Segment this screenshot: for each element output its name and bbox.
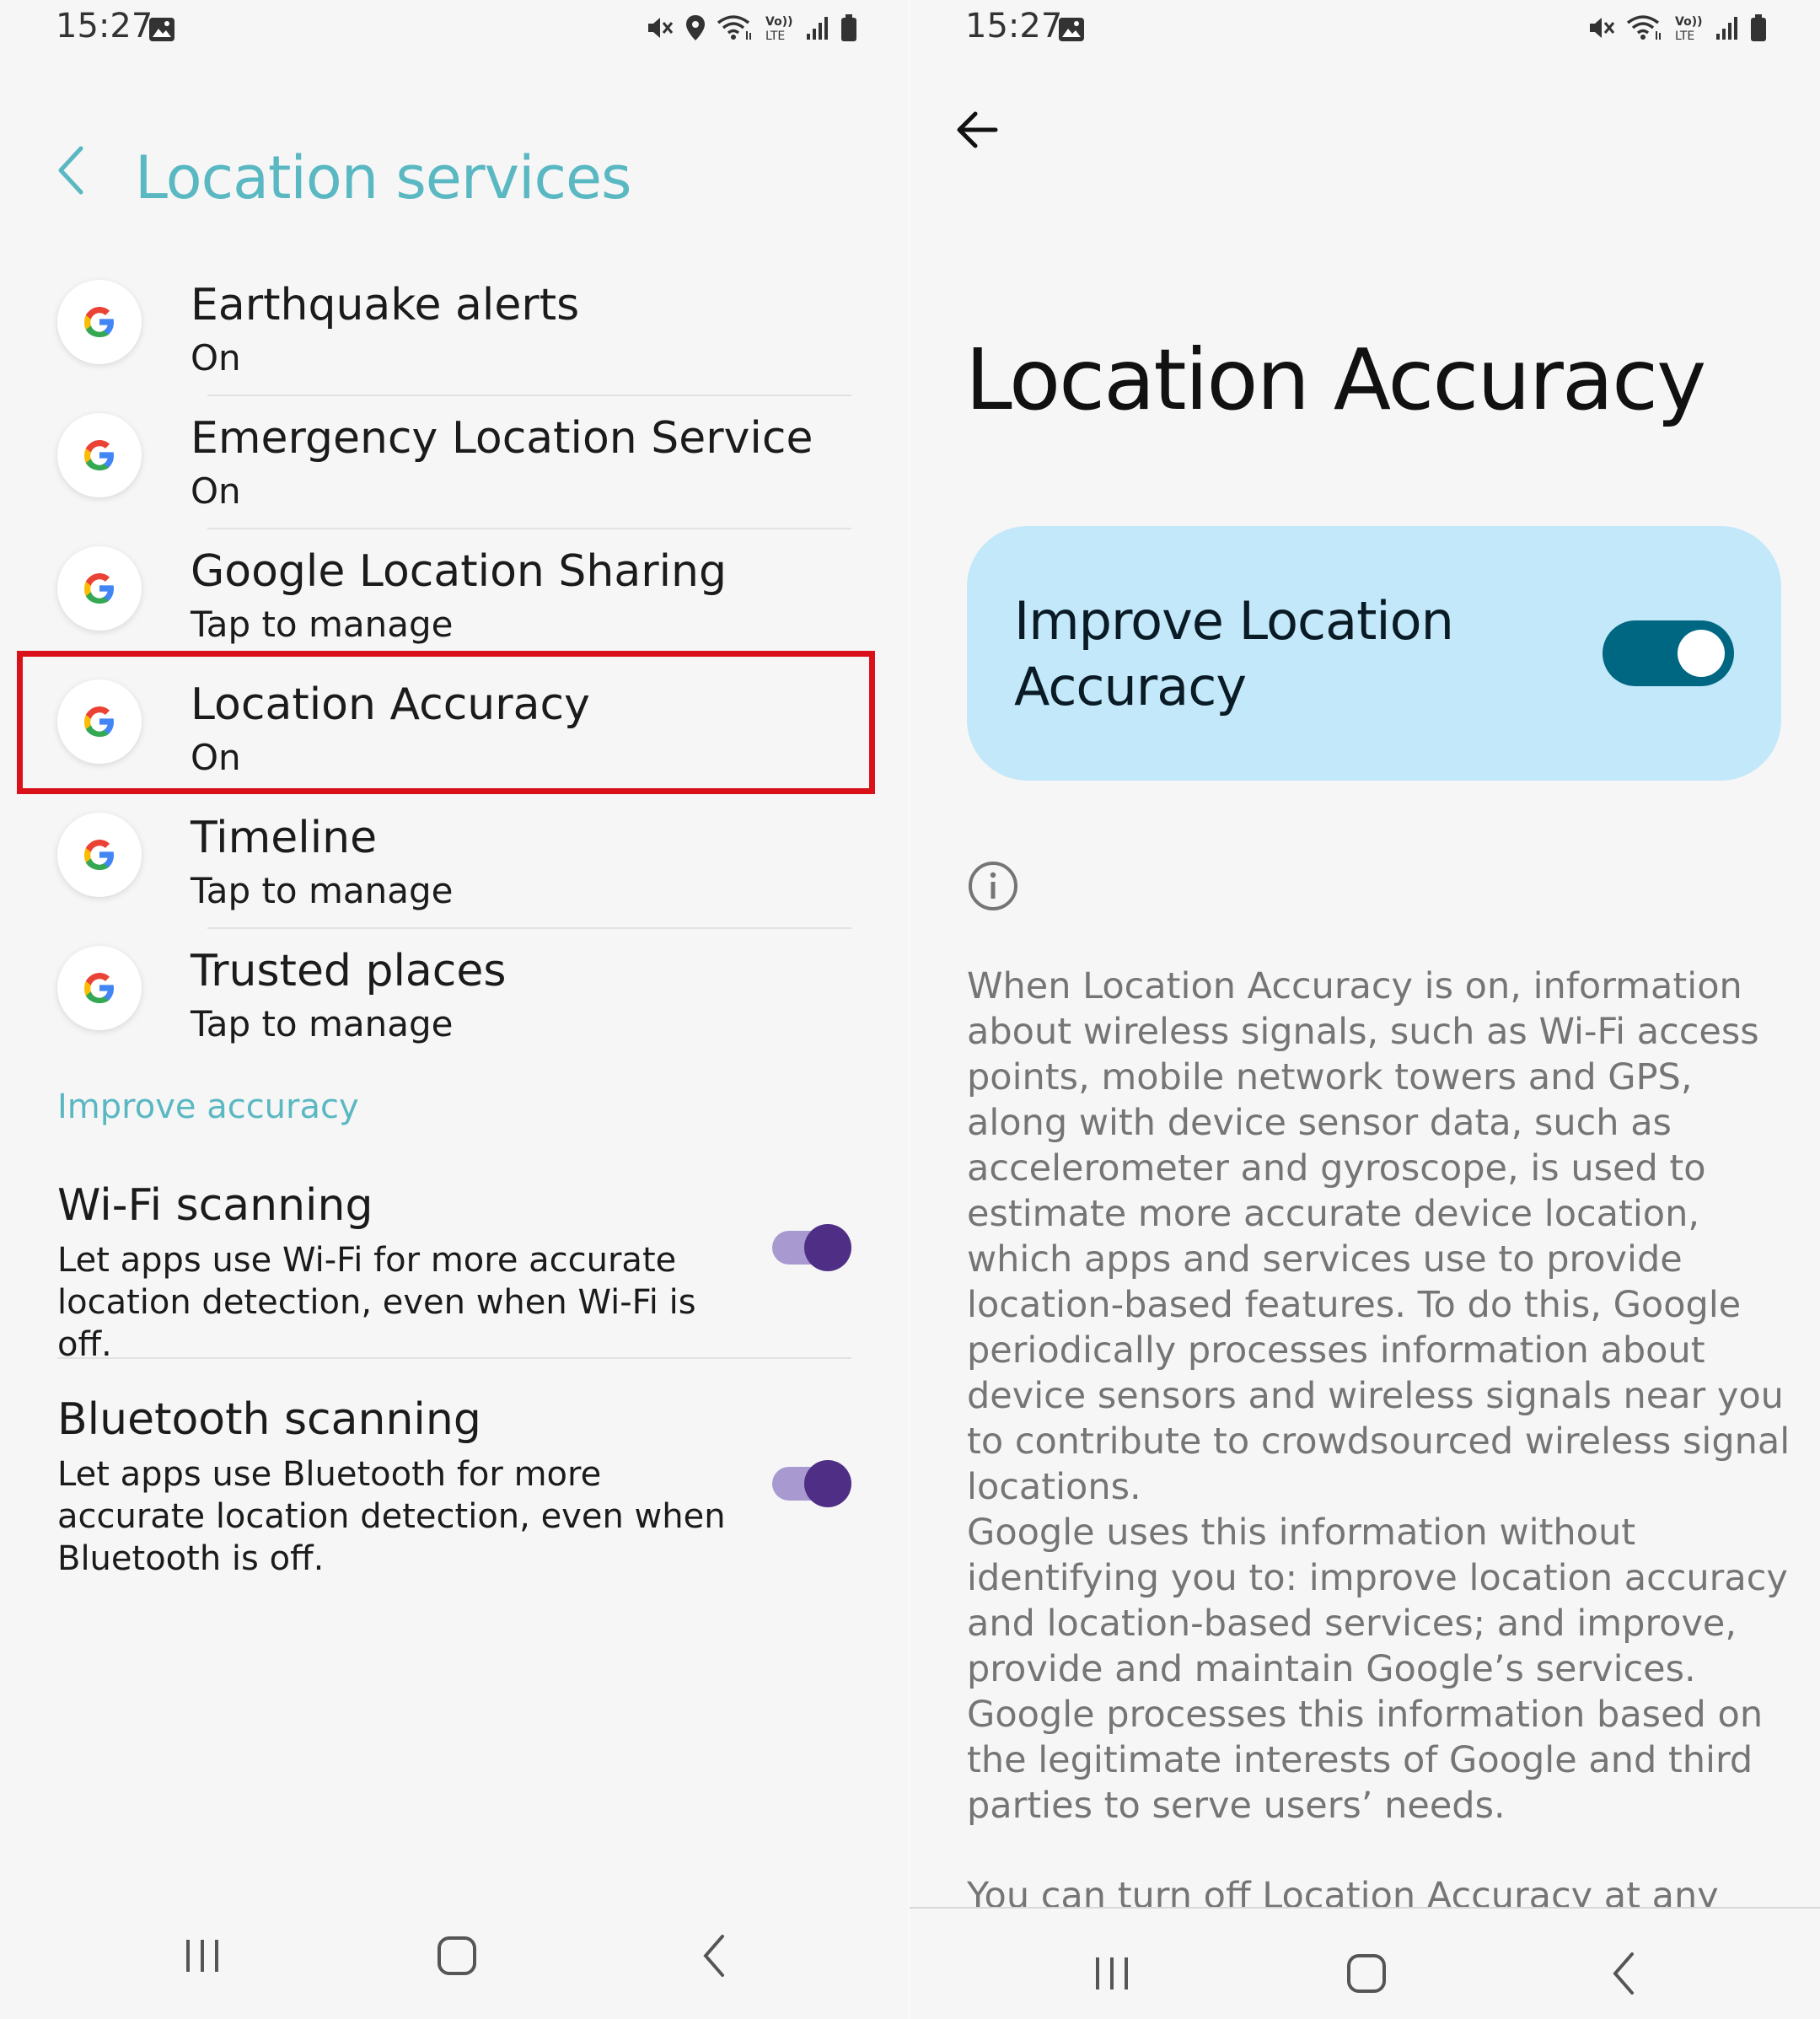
status-bar: 15:27 Vo)) LTE	[0, 0, 909, 61]
wifi-icon	[1626, 14, 1663, 45]
google-g-icon	[57, 280, 142, 364]
info-paragraph: When Location Accuracy is on, informatio…	[967, 965, 1790, 1508]
section-header: Improve accuracy	[57, 1087, 359, 1126]
improve-location-accuracy-toggle[interactable]	[1603, 620, 1734, 686]
navigation-bar	[910, 1909, 1820, 2019]
volte-icon: Vo)) LTE	[1673, 13, 1705, 46]
item-title: Trusted places	[191, 946, 507, 996]
item-status: On	[191, 337, 241, 379]
signal-icon	[1715, 15, 1739, 44]
back-arrow-icon[interactable]	[953, 106, 1001, 157]
image-icon	[148, 17, 175, 46]
setting-bluetooth-scanning[interactable]: Bluetooth scanning Let apps use Bluetoot…	[57, 1394, 867, 1580]
setting-title: Bluetooth scanning	[57, 1394, 481, 1445]
home-icon[interactable]	[427, 1926, 486, 1985]
item-status: On	[191, 470, 241, 512]
home-icon[interactable]	[1337, 1944, 1396, 2003]
status-time: 15:27	[56, 7, 153, 46]
svg-text:Vo)): Vo))	[765, 15, 792, 29]
highlight-box	[17, 651, 875, 794]
item-status: Tap to manage	[191, 870, 454, 911]
status-bar: 15:27 Vo)) LTE	[910, 0, 1820, 61]
list-item-earthquake-alerts[interactable]: Earthquake alerts On	[17, 263, 877, 396]
setting-title: Wi-Fi scanning	[57, 1180, 373, 1231]
item-title: Google Location Sharing	[191, 546, 727, 597]
location-services-screen: 15:27 Vo)) LTE Location services Earthqua…	[0, 0, 909, 2019]
list-item-emergency-location-service[interactable]: Emergency Location Service On	[17, 396, 877, 529]
recents-icon[interactable]	[1082, 1944, 1141, 2003]
google-g-icon	[57, 413, 142, 497]
divider	[57, 1357, 851, 1359]
location-pin-icon	[685, 14, 706, 45]
back-icon[interactable]	[1594, 1944, 1653, 2003]
item-status: Tap to manage	[191, 604, 454, 645]
battery-icon	[1749, 13, 1768, 46]
google-g-icon	[57, 813, 142, 897]
battery-icon	[840, 13, 858, 46]
bluetooth-scanning-toggle[interactable]	[772, 1460, 851, 1507]
setting-description: Let apps use Bluetooth for more accurate…	[57, 1455, 726, 1578]
item-title: Emergency Location Service	[191, 413, 813, 464]
setting-wifi-scanning[interactable]: Wi-Fi scanning Let apps use Wi-Fi for mo…	[57, 1180, 867, 1366]
google-g-icon	[57, 946, 142, 1030]
wifi-icon	[717, 14, 754, 45]
status-time: 15:27	[965, 7, 1063, 46]
list-item-trusted-places[interactable]: Trusted places Tap to manage	[17, 929, 877, 1062]
image-icon	[1058, 17, 1085, 46]
info-icon	[967, 860, 1019, 916]
mute-icon	[1587, 14, 1616, 45]
navigation-bar	[0, 1893, 909, 2019]
location-accuracy-screen: 15:27 Vo)) LTE Location Accuracy Improve …	[910, 0, 1820, 2019]
back-icon[interactable]	[685, 1926, 744, 1985]
info-paragraph: Google uses this information without ide…	[967, 1512, 1788, 1827]
google-g-icon	[57, 546, 142, 631]
improve-location-accuracy-card[interactable]: Improve Location Accuracy	[967, 526, 1781, 781]
svg-text:Vo)): Vo))	[1675, 15, 1702, 29]
item-status: Tap to manage	[191, 1003, 454, 1044]
page-title: Location services	[135, 143, 632, 212]
toggle-label: Improve Location Accuracy	[1014, 590, 1454, 717]
recents-icon[interactable]	[173, 1926, 232, 1985]
list-item-google-location-sharing[interactable]: Google Location Sharing Tap to manage	[17, 529, 877, 663]
item-title: Timeline	[191, 813, 378, 863]
signal-icon	[806, 15, 829, 44]
wifi-scanning-toggle[interactable]	[772, 1224, 851, 1271]
volte-icon: Vo)) LTE	[764, 13, 796, 46]
svg-text:LTE: LTE	[765, 30, 785, 42]
list-item-timeline[interactable]: Timeline Tap to manage	[17, 796, 877, 929]
page-title: Location Accuracy	[965, 330, 1706, 429]
setting-description: Let apps use Wi-Fi for more accurate loc…	[57, 1241, 696, 1364]
mute-icon	[646, 14, 674, 45]
svg-text:LTE: LTE	[1675, 30, 1694, 42]
back-chevron-icon[interactable]	[54, 145, 88, 199]
item-title: Earthquake alerts	[191, 280, 580, 330]
